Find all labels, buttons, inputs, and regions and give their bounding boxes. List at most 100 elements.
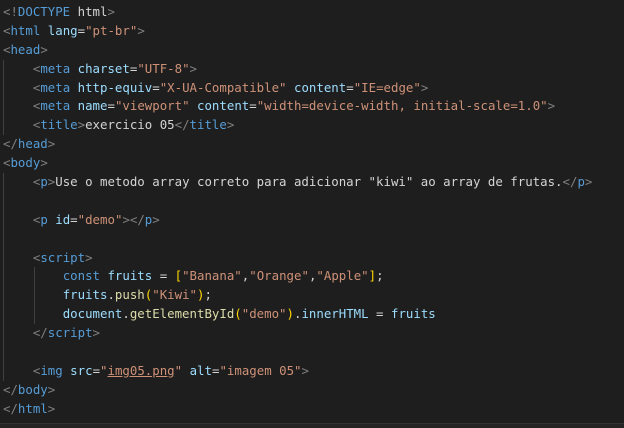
code-line[interactable]: <p id="demo"></p> <box>3 210 624 230</box>
tag-name: title <box>40 117 78 133</box>
tag-name: p <box>40 174 48 190</box>
bracket: [ <box>174 268 183 284</box>
indentation <box>3 117 33 132</box>
identifier: fruits <box>62 287 108 303</box>
punctuation: > <box>77 117 86 133</box>
tag-name: html <box>17 400 48 416</box>
code-line[interactable]: <meta name="viewport" content="width=dev… <box>3 97 624 117</box>
tag-name: meta <box>40 60 71 76</box>
code-line[interactable]: <meta http-equiv="X-UA-Compatible" conte… <box>3 78 624 98</box>
operator: . <box>122 306 130 322</box>
code-line[interactable]: <p>Use o metodo array correto para adici… <box>3 173 624 192</box>
punctuation: > <box>47 136 56 152</box>
text-content: = <box>152 79 160 95</box>
doctype-keyword: DOCTYPE <box>17 4 71 19</box>
attribute-name: content <box>294 79 347 95</box>
punctuation: > <box>189 60 197 76</box>
code-line[interactable] <box>3 229 624 249</box>
indent-guide <box>3 78 4 98</box>
indent-guide <box>3 116 4 136</box>
code-line[interactable]: document.getElementById("demo").innerHTM… <box>3 305 624 325</box>
tag-name: head <box>10 41 41 57</box>
punctuation: </ <box>562 174 578 190</box>
indentation <box>3 363 33 378</box>
code-line[interactable]: </html> <box>3 400 624 419</box>
function-name: getElementById <box>129 306 235 322</box>
code-area[interactable]: <!DOCTYPE html> <html lang="pt-br"> <head>… <box>3 3 624 419</box>
indentation <box>3 98 33 113</box>
indentation <box>3 80 33 95</box>
text-content: html <box>77 4 108 19</box>
punctuation: > <box>584 174 593 190</box>
attribute-name: charset <box>77 60 130 76</box>
tag-name: title <box>189 117 227 133</box>
text-content: = <box>77 22 86 38</box>
attribute-name: http-equiv <box>77 79 153 95</box>
keyword: const <box>62 268 100 284</box>
function-name: push <box>114 287 145 303</box>
code-line[interactable]: fruits.push("Kiwi"); <box>3 286 624 306</box>
attribute-name: content <box>197 98 250 114</box>
punctuation: > <box>107 4 115 19</box>
indentation <box>3 287 63 302</box>
operator: . <box>107 287 115 303</box>
code-line[interactable]: </script> <box>3 324 624 344</box>
code-line[interactable]: <title>exercicio 05</title> <box>3 116 624 136</box>
attribute-name: name <box>77 98 108 114</box>
tag-name: meta <box>40 79 71 95</box>
indentation <box>3 325 33 340</box>
code-line[interactable]: <img src="img05.png" alt="imagem 05"> <box>3 361 624 381</box>
indentation <box>3 193 33 208</box>
indentation <box>3 61 33 76</box>
text-content: Use o metodo array correto para adiciona… <box>55 174 563 190</box>
horizontal-scrollbar[interactable] <box>0 423 624 428</box>
code-line[interactable]: <body> <box>3 154 624 173</box>
identifier: innerHTML <box>301 306 369 322</box>
string-value: "pt-br" <box>85 22 138 38</box>
indent-guide <box>3 305 4 325</box>
operator: ; <box>204 287 212 303</box>
indentation <box>3 212 33 227</box>
punctuation: <! <box>3 4 18 19</box>
punctuation: > <box>420 79 429 95</box>
code-editor[interactable]: <!DOCTYPE html> <html lang="pt-br"> <head>… <box>0 0 624 428</box>
code-line[interactable]: const fruits = ["Banana","Orange","Apple… <box>3 267 624 287</box>
text-content: = <box>249 98 257 114</box>
punctuation: > <box>547 98 556 114</box>
tag-name: body <box>17 381 48 397</box>
string-value: "IE=edge" <box>353 79 421 95</box>
attribute-name: lang <box>47 22 78 38</box>
string-value: "Orange" <box>249 268 309 284</box>
tag-name: img <box>40 362 63 378</box>
punctuation: > <box>226 117 235 133</box>
code-line[interactable]: </head> <box>3 135 624 154</box>
file-link[interactable]: img05.png <box>108 363 175 378</box>
bracket: ) <box>286 306 294 322</box>
punctuation: > <box>137 22 145 38</box>
code-line[interactable]: <meta charset="UTF-8"> <box>3 59 624 79</box>
attribute-name: src <box>70 362 93 378</box>
text-content: = <box>92 362 101 378</box>
string-value: "width=device-width, initial-scale=1.0" <box>256 98 548 114</box>
code-line[interactable]: <script> <box>3 248 624 268</box>
punctuation: ></ <box>122 211 145 227</box>
code-line[interactable]: <!DOCTYPE html> <box>3 3 624 22</box>
code-line[interactable]: <html lang="pt-br"> <box>3 22 624 41</box>
code-line[interactable]: </body> <box>3 381 624 400</box>
punctuation: </ <box>174 117 190 133</box>
indent-guide <box>3 361 4 381</box>
string-value: "UTF-8" <box>137 60 190 76</box>
tag-name: p <box>40 211 48 227</box>
string-value: "Kiwi" <box>152 287 197 303</box>
code-line[interactable] <box>3 343 624 362</box>
operator: ; <box>376 268 384 284</box>
identifier: fruits <box>390 306 436 322</box>
indentation <box>3 306 63 321</box>
indentation <box>3 268 63 283</box>
code-line[interactable]: <head> <box>3 41 624 60</box>
code-line[interactable] <box>3 191 624 211</box>
indent-guide <box>3 248 4 268</box>
